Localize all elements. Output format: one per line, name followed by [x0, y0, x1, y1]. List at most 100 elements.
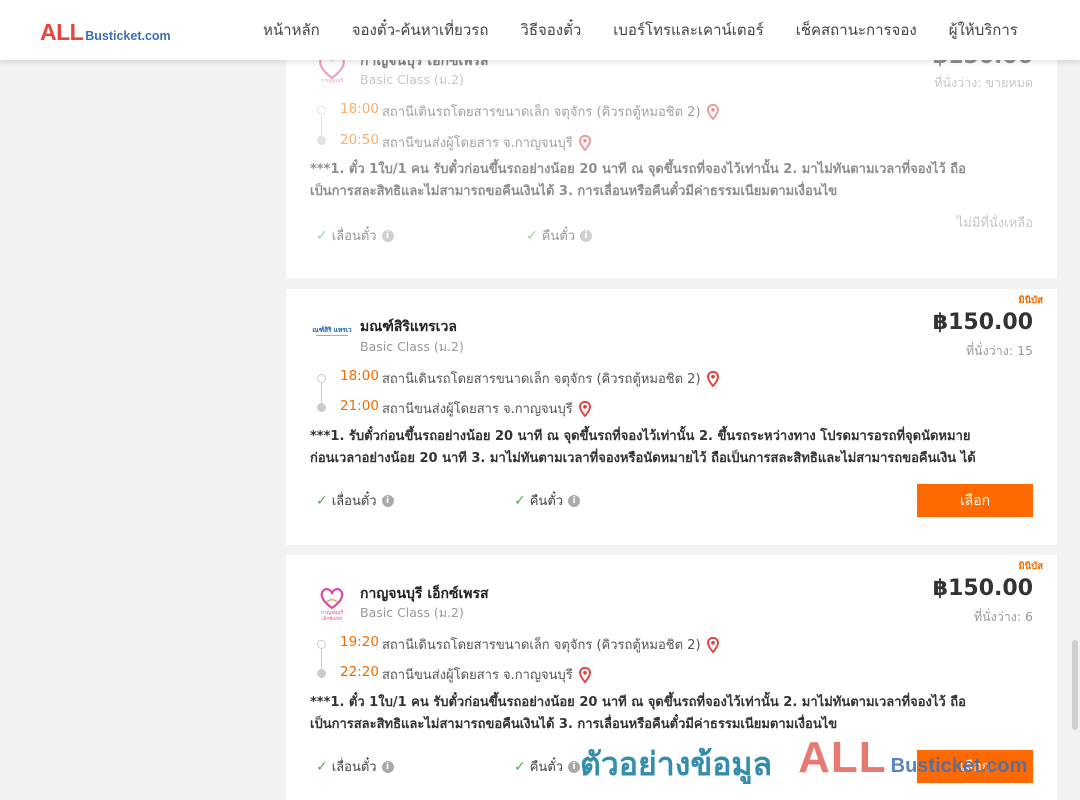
arrive-station: สถานีขนส่งผู้โดยสาร จ.กาญจนบุรี — [382, 664, 591, 685]
arrive-station-name: สถานีขนส่งผู้โดยสาร จ.กาญจนบุรี — [382, 136, 573, 151]
trip-card: มินิบัส มณฑ์สิริ แทรเวล มณฑ์สิริแทรเวล B… — [286, 289, 1057, 545]
nav-book-search[interactable]: จองตั๋ว-ค้นหาเที่ยวรถ — [336, 18, 505, 42]
trip-note-line-1: ***1. ตั๋ว 1ใบ/1 คน รับตั๋วก่อนขึ้นรถอย่… — [310, 695, 966, 710]
trip-note-line-2: เป็นการสละสิทธิและไม่สามารถขอคืนเงินได้ … — [310, 717, 838, 732]
nav-check-booking-status[interactable]: เช็คสถานะการจอง — [780, 18, 933, 42]
price: ฿150.00 — [932, 576, 1033, 601]
policy-refund-ticket[interactable]: ✓ คืนตั๋ว i — [526, 225, 593, 246]
main-nav: หน้าหลัก จองตั๋ว-ค้นหาเที่ยวรถ วิธีจองตั… — [247, 0, 1034, 60]
trip-note-line-1: ***1. ตั๋ว 1ใบ/1 คน รับตั๋วก่อนขึ้นรถอย่… — [310, 162, 966, 177]
select-trip-button[interactable]: เลือก — [917, 750, 1033, 783]
vehicle-type-badge: มินิบัส — [1018, 561, 1043, 572]
trip-note: ***1. รับตั๋วก่อนขึ้นรถอย่างน้อย 20 นาที… — [310, 426, 1035, 470]
check-icon: ✓ — [514, 492, 526, 509]
arrive-time: 20:50 — [340, 132, 379, 148]
nav-contacts-counters[interactable]: เบอร์โทรและเคาน์เตอร์ — [597, 18, 779, 42]
operator-logo: กาญจนบุรี เอ็กซ์เพรส — [312, 582, 352, 622]
trip-card-soldout: กาญจนบุรี กาญจนบุรี เอ็กซ์เพรส Basic Cla… — [286, 22, 1057, 278]
trip-note-line-1: ***1. รับตั๋วก่อนขึ้นรถอย่างน้อย 20 นาที… — [310, 429, 971, 444]
depart-station: สถานีเดินรถโดยสารขนาดเล็ก จตุจักร (คิวรถ… — [382, 634, 719, 655]
info-icon[interactable]: i — [381, 760, 394, 773]
seats-available: ที่นั่งว่าง: 6 — [973, 609, 1033, 624]
trip-note-line-2: ก่อนเวลาอย่างน้อย 20 นาที 3. มาไม่ทันตาม… — [310, 451, 976, 466]
top-navigation-bar: ALL Busticket.com หน้าหลัก จองตั๋ว-ค้นหา… — [0, 0, 1080, 60]
check-icon: ✓ — [514, 758, 526, 775]
monsiri-travel-logo-icon: มณฑ์สิริ แทรเวล — [308, 326, 356, 336]
info-icon[interactable]: i — [381, 494, 394, 507]
policy-change-ticket[interactable]: ✓ เลื่อนตั๋ว i — [316, 756, 394, 777]
depart-station-name: สถานีเดินรถโดยสารขนาดเล็ก จตุจักร (คิวรถ… — [382, 372, 701, 387]
arrive-dot — [317, 136, 326, 145]
policy-refund-ticket[interactable]: ✓ คืนตั๋ว i — [514, 756, 581, 777]
logo-busticket-text: Busticket.com — [85, 28, 171, 43]
policy-refund-label: คืนตั๋ว — [541, 229, 576, 244]
page-scrollbar-thumb[interactable] — [1072, 640, 1078, 730]
map-pin-icon[interactable] — [578, 666, 591, 683]
operator-class: Basic Class (ม.2) — [360, 605, 464, 620]
no-seats-status: ไม่มีที่นั่งเหลือ — [956, 216, 1033, 231]
arrive-dot — [317, 669, 326, 678]
info-icon[interactable]: i — [568, 760, 581, 773]
select-trip-button[interactable]: เลือก — [917, 484, 1033, 517]
check-icon: ✓ — [316, 492, 328, 509]
info-icon[interactable]: i — [580, 229, 593, 242]
price: ฿150.00 — [932, 310, 1033, 335]
seats-available: ที่นั่งว่าง: 15 — [965, 343, 1033, 358]
info-icon[interactable]: i — [381, 229, 394, 242]
policy-change-label: เลื่อนตั๋ว — [331, 494, 377, 509]
depart-station: สถานีเดินรถโดยสารขนาดเล็ก จตุจักร (คิวรถ… — [382, 368, 719, 389]
svg-text:มณฑ์สิริ แทรเวล: มณฑ์สิริ แทรเวล — [312, 326, 352, 334]
map-pin-icon[interactable] — [706, 103, 719, 120]
arrive-time: 21:00 — [340, 398, 379, 414]
arrive-station-name: สถานีขนส่งผู้โดยสาร จ.กาญจนบุรี — [382, 668, 573, 683]
depart-dot — [317, 374, 326, 383]
nav-home[interactable]: หน้าหลัก — [247, 18, 336, 42]
map-pin-icon[interactable] — [578, 400, 591, 417]
policy-change-ticket[interactable]: ✓ เลื่อนตั๋ว i — [316, 225, 394, 246]
depart-time: 19:20 — [340, 634, 379, 650]
svg-text:กาญจนบุรี: กาญจนบุรี — [321, 609, 344, 616]
operator-class: Basic Class (ม.2) — [360, 339, 464, 354]
svg-text:กาญจนบุรี: กาญจนบุรี — [321, 77, 344, 84]
map-pin-icon[interactable] — [706, 370, 719, 387]
arrive-station-name: สถานีขนส่งผู้โดยสาร จ.กาญจนบุรี — [382, 402, 573, 417]
operator-logo: มณฑ์สิริ แทรเวล — [308, 311, 356, 351]
check-icon: ✓ — [316, 758, 328, 775]
check-icon: ✓ — [526, 227, 538, 244]
site-logo[interactable]: ALL Busticket.com — [40, 18, 171, 44]
nav-how-to-book[interactable]: วิธีจองตั๋ว — [504, 18, 597, 42]
check-icon: ✓ — [316, 227, 328, 244]
depart-time: 18:00 — [340, 368, 379, 384]
arrive-time: 22:20 — [340, 664, 379, 680]
trip-note: ***1. ตั๋ว 1ใบ/1 คน รับตั๋วก่อนขึ้นรถอย่… — [310, 692, 1035, 736]
soldout-content: กาญจนบุรี กาญจนบุรี เอ็กซ์เพรส Basic Cla… — [286, 22, 1057, 278]
depart-dot — [317, 106, 326, 115]
map-pin-icon[interactable] — [578, 134, 591, 151]
vehicle-type-badge: มินิบัส — [1018, 295, 1043, 306]
policy-refund-label: คืนตั๋ว — [529, 494, 564, 509]
policy-refund-ticket[interactable]: ✓ คืนตั๋ว i — [514, 490, 581, 511]
kanchanaburi-express-logo-icon: กาญจนบุรี เอ็กซ์เพรส — [320, 587, 344, 622]
operator-name: กาญจนบุรี เอ็กซ์เพรส — [360, 586, 489, 602]
policy-refund-label: คืนตั๋ว — [529, 760, 564, 775]
info-icon[interactable]: i — [568, 494, 581, 507]
trip-note-line-2: เป็นการสละสิทธิและไม่สามารถขอคืนเงินได้ … — [310, 184, 838, 199]
policy-change-label: เลื่อนตั๋ว — [331, 229, 377, 244]
trip-card: มินิบัส กาญจนบุรี เอ็กซ์เพรส กาญจนบุรี เ… — [286, 555, 1057, 800]
policy-change-ticket[interactable]: ✓ เลื่อนตั๋ว i — [316, 490, 394, 511]
policy-change-label: เลื่อนตั๋ว — [331, 760, 377, 775]
depart-station-name: สถานีเดินรถโดยสารขนาดเล็ก จตุจักร (คิวรถ… — [382, 638, 701, 653]
seats-available: ที่นั่งว่าง: ขายหมด — [934, 75, 1033, 90]
arrive-station: สถานีขนส่งผู้โดยสาร จ.กาญจนบุรี — [382, 398, 591, 419]
operator-name: มณฑ์สิริแทรเวล — [360, 319, 457, 335]
nav-operators[interactable]: ผู้ให้บริการ — [933, 18, 1034, 42]
map-pin-icon[interactable] — [706, 636, 719, 653]
trip-note: ***1. ตั๋ว 1ใบ/1 คน รับตั๋วก่อนขึ้นรถอย่… — [310, 159, 1035, 203]
depart-station: สถานีเดินรถโดยสารขนาดเล็ก จตุจักร (คิวรถ… — [382, 101, 719, 122]
arrive-dot — [317, 403, 326, 412]
logo-all-text: ALL — [40, 19, 84, 45]
depart-time: 18:00 — [340, 101, 379, 117]
arrive-station: สถานีขนส่งผู้โดยสาร จ.กาญจนบุรี — [382, 132, 591, 153]
operator-class: Basic Class (ม.2) — [360, 72, 464, 87]
depart-dot — [317, 640, 326, 649]
